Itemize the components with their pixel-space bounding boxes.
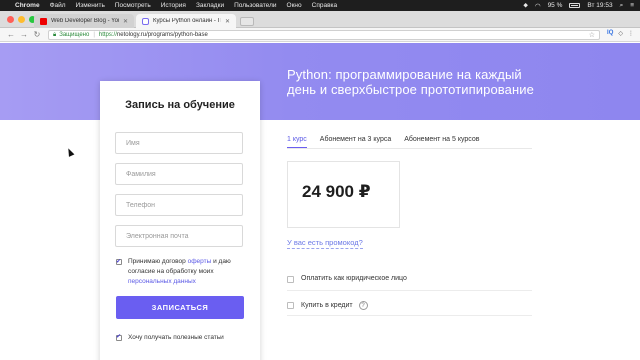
menu-bookmarks[interactable]: Закладки [196, 2, 224, 9]
forward-arrow-icon[interactable]: → [19, 30, 29, 39]
window-controls [7, 16, 36, 23]
phone-input[interactable] [115, 194, 243, 216]
menu-window[interactable]: Окно [287, 2, 302, 9]
divider [287, 148, 532, 149]
credit-checkbox[interactable] [287, 302, 294, 309]
system-menu-bar: Chrome Файл Изменить Посмотреть История … [0, 0, 640, 11]
new-tab-button[interactable] [240, 17, 254, 26]
url-text: netology.ru/programs/python-base [116, 32, 208, 38]
secure-label: Защищено [59, 32, 90, 38]
menu-file[interactable]: Файл [50, 2, 66, 9]
promo-code-link[interactable]: У вас есть промокод? [287, 238, 363, 249]
address-bar[interactable]: 🔒︎ Защищено | https:// netology.ru/progr… [48, 30, 600, 40]
browser-toolbar: ← → ↻ 🔒︎ Защищено | https:// netology.ru… [0, 28, 640, 42]
close-tab-icon[interactable]: ✕ [225, 18, 230, 25]
url-protocol: https:// [98, 32, 117, 38]
last-name-input[interactable] [115, 163, 243, 185]
price: 24 900 ₽ [302, 182, 371, 201]
divider [287, 290, 532, 291]
dropbox-icon[interactable]: ⬥ [523, 2, 528, 10]
menu-view[interactable]: Посмотреть [115, 2, 151, 9]
menu-people[interactable]: Пользователи [234, 2, 276, 9]
menu-edit[interactable]: Изменить [76, 2, 105, 9]
tab-three-courses[interactable]: Абонемент на 3 курса [320, 136, 391, 148]
reload-icon[interactable]: ↻ [32, 30, 42, 39]
toolbar-extensions: IQ ◇ ⋮ [607, 30, 634, 37]
credit-option: Купить в кредит ? [287, 301, 368, 310]
personal-data-link[interactable]: персональных данных [128, 278, 196, 285]
bookmark-star-icon[interactable]: ☆ [589, 31, 595, 39]
extension-shape-icon[interactable]: ◇ [618, 30, 623, 37]
help-icon[interactable]: ? [358, 301, 368, 310]
youtube-icon [40, 17, 47, 25]
tab-title: Web Developer Blog - YouTube [51, 18, 119, 24]
email-input[interactable] [115, 225, 243, 247]
extension-iq-icon[interactable]: IQ [607, 30, 613, 37]
divider [287, 315, 532, 316]
hero-banner: Python: программирование на каждый день … [0, 43, 640, 120]
tab-netology[interactable]: Курсы Python онлайн - Прогр... ✕ [136, 14, 236, 28]
menu-list-icon[interactable]: ≡ [630, 2, 634, 9]
page-content: Python: программирование на каждый день … [0, 43, 640, 360]
newsletter-checkbox[interactable] [116, 333, 122, 341]
agreement-text: Принимаю договор оферты и даю согласие н… [128, 257, 250, 287]
credit-label: Купить в кредит [301, 302, 353, 310]
agreement: Принимаю договор оферты и даю согласие н… [115, 257, 250, 287]
menu-app-name[interactable]: Chrome [15, 2, 40, 9]
tab-five-courses[interactable]: Абонемент на 5 курсов [404, 136, 479, 148]
close-tab-icon[interactable]: ✕ [123, 18, 128, 25]
legal-entity-label: Оплатить как юридическое лицо [301, 275, 407, 282]
legal-entity-checkbox[interactable] [287, 276, 294, 283]
lock-icon: 🔒︎ [53, 31, 57, 38]
first-name-input[interactable] [115, 132, 243, 154]
signup-button[interactable]: ЗАПИСАТЬСЯ [116, 296, 244, 319]
tab-one-course[interactable]: 1 курс [287, 136, 307, 148]
menu-history[interactable]: История [161, 2, 186, 9]
menu-help[interactable]: Справка [312, 2, 338, 9]
close-window-icon[interactable] [7, 16, 14, 23]
chrome-menu-icon[interactable]: ⋮ [628, 30, 634, 37]
tab-strip: Web Developer Blog - YouTube ✕ Курсы Pyt… [0, 11, 640, 28]
netology-icon [142, 17, 149, 25]
signup-form: Запись на обучение Принимаю договор офер… [100, 81, 260, 360]
search-icon[interactable]: ⌕ [620, 2, 624, 10]
divider: | [93, 32, 95, 38]
offer-link[interactable]: оферты [188, 258, 212, 265]
mouse-cursor-icon [65, 147, 75, 157]
agreement-prefix: Принимаю договор [128, 258, 188, 265]
battery-percent[interactable]: 95 % [548, 2, 563, 9]
plan-tabs: 1 курс Абонемент на 3 курса Абонемент на… [287, 136, 493, 148]
course-title: Python: программирование на каждый день … [287, 67, 534, 97]
price-card: 24 900 ₽ [287, 161, 400, 228]
agreement-checkbox[interactable] [116, 257, 122, 267]
tab-title: Курсы Python онлайн - Прогр... [153, 18, 221, 24]
back-arrow-icon[interactable]: ← [6, 30, 16, 39]
wifi-icon[interactable]: ◠ [535, 2, 541, 10]
newsletter-option: Хочу получать полезные статьи [115, 333, 224, 341]
battery-icon[interactable] [569, 3, 581, 8]
clock[interactable]: Вт 19:53 [587, 2, 612, 9]
minimize-window-icon[interactable] [18, 16, 25, 23]
form-title: Запись на обучение [125, 99, 235, 111]
tab-youtube[interactable]: Web Developer Blog - YouTube ✕ [34, 14, 134, 28]
newsletter-label: Хочу получать полезные статьи [128, 334, 224, 341]
legal-entity-option: Оплатить как юридическое лицо [287, 275, 407, 283]
